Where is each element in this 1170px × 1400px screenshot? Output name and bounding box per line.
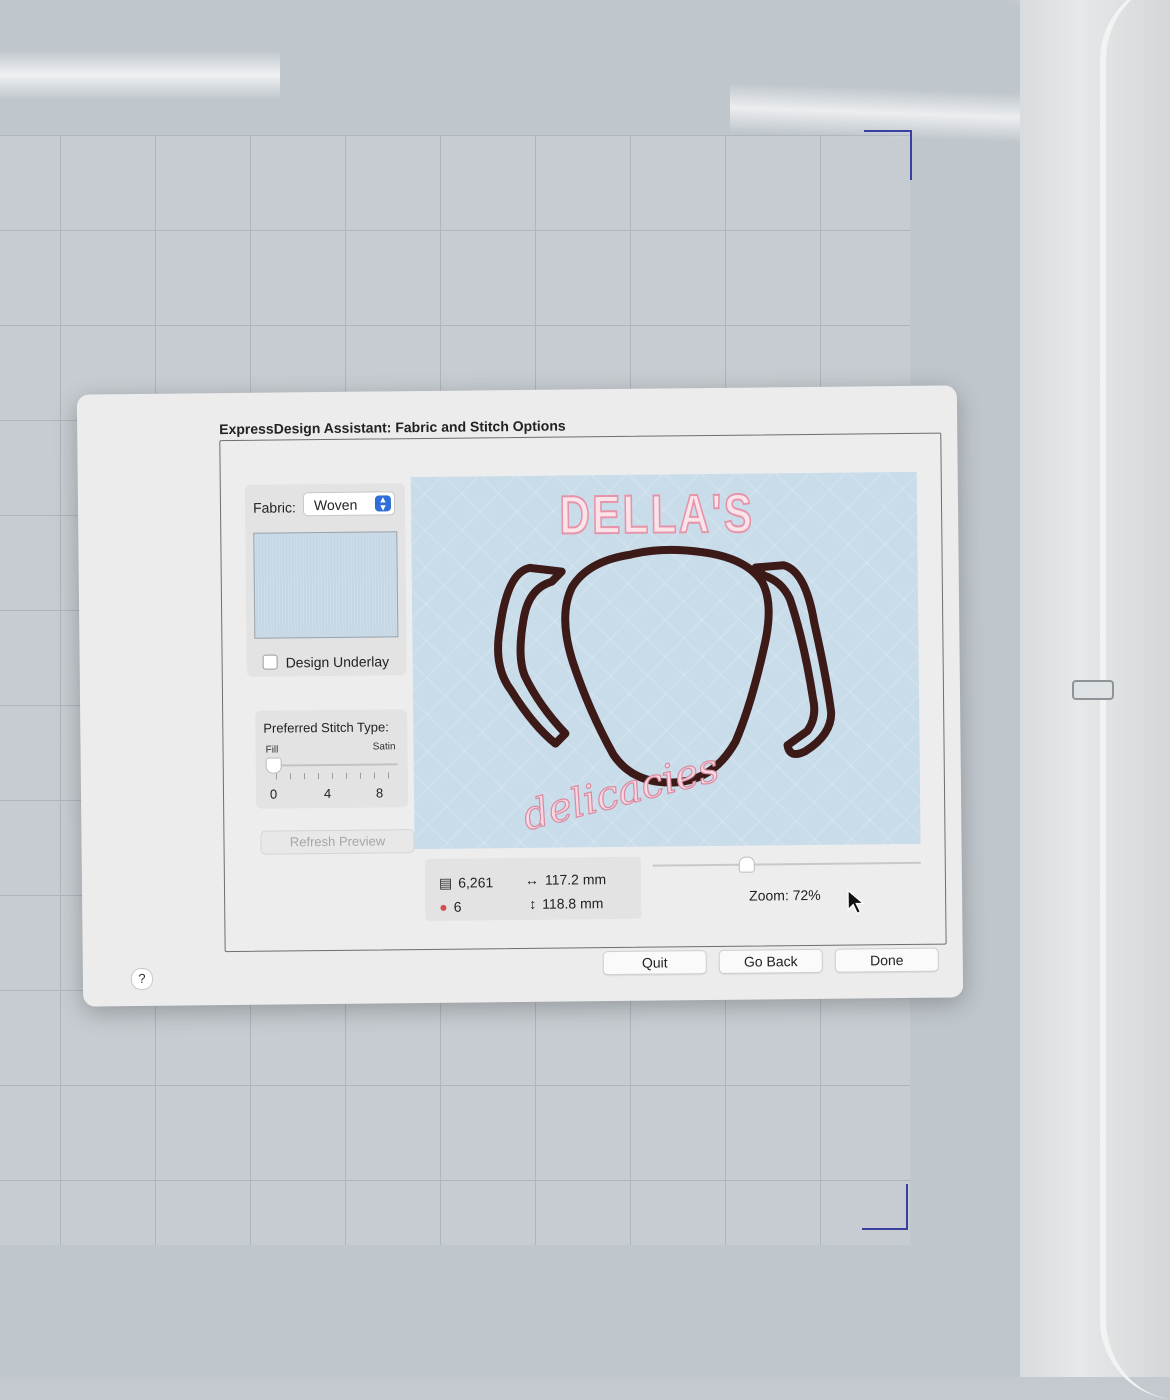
- checkbox-box[interactable]: [262, 654, 278, 670]
- fabric-label: Fabric:: [252, 499, 296, 516]
- hoop-corner-mark: [862, 1184, 908, 1230]
- design-width: ↔ 117.2 mm: [525, 871, 606, 888]
- design-underlay-label: Design Underlay: [285, 653, 390, 671]
- hoop-corner-mark: [864, 130, 912, 180]
- design-height: ↕ 118.8 mm: [529, 895, 603, 912]
- design-width-value: 117.2 mm: [544, 871, 607, 888]
- color-count-value: 6: [453, 898, 462, 915]
- vertical-arrow-icon: ↕: [529, 895, 537, 912]
- fabric-select-value: Woven: [313, 496, 358, 514]
- screen-glare: [0, 50, 280, 100]
- fabric-swatch: [253, 531, 399, 639]
- color-palette-icon: ●: [439, 898, 448, 915]
- embroidery-design: DELLA'S delicacies: [494, 483, 836, 840]
- stitch-max-label: Satin: [372, 741, 396, 753]
- options-panel: Fabric: Woven ▲ ▼ Design Underlay Preferr…: [219, 432, 947, 953]
- go-back-button[interactable]: Go Back: [718, 948, 823, 974]
- zoom-slider-track[interactable]: [652, 861, 921, 867]
- design-stats: ▤ 6,261 ● 6 ↔ 117.2 mm ↕ 118.8 mm: [424, 856, 642, 922]
- stitch-scale-label: 8: [375, 785, 384, 801]
- stitch-count: ▤ 6,261: [439, 874, 493, 892]
- refresh-preview-button[interactable]: Refresh Preview: [260, 829, 415, 855]
- done-button[interactable]: Done: [834, 947, 939, 973]
- stitch-type-title: Preferred Stitch Type:: [263, 719, 389, 736]
- express-design-dialog: ExpressDesign Assistant: Fabric and Stit…: [76, 385, 964, 1007]
- design-underlay-checkbox[interactable]: Design Underlay: [262, 653, 390, 671]
- stitch-scale-label: 0: [269, 786, 278, 802]
- stitch-scale-label: 4: [323, 785, 332, 802]
- monitor-button: [1072, 680, 1114, 700]
- mouse-pointer-icon: [847, 889, 865, 915]
- monitor-bezel-edge: [1100, 0, 1170, 1400]
- fabric-select[interactable]: Woven ▲ ▼: [302, 491, 396, 517]
- horizontal-arrow-icon: ↔: [524, 871, 540, 888]
- stitch-type-group: Preferred Stitch Type: Fill Satin 0 4 8: [255, 709, 409, 809]
- quit-button[interactable]: Quit: [602, 950, 707, 976]
- dog-head: [561, 545, 773, 787]
- design-height-value: 118.8 mm: [542, 895, 604, 912]
- design-title-text: DELLA'S: [559, 484, 754, 546]
- dog-left-ear: [494, 563, 570, 748]
- color-count: ● 6: [439, 899, 461, 915]
- chevron-up-down-icon: ▲ ▼: [374, 494, 392, 512]
- stitch-count-icon: ▤: [438, 874, 453, 891]
- help-button[interactable]: ?: [130, 967, 154, 991]
- stitch-slider-ticks: [275, 772, 396, 780]
- zoom-slider-thumb[interactable]: [738, 856, 755, 873]
- stitch-min-label: Fill: [265, 744, 279, 756]
- zoom-label: Zoom: 72%: [749, 886, 821, 904]
- stitch-count-value: 6,261: [458, 874, 494, 891]
- stitch-slider-track[interactable]: [267, 763, 398, 767]
- fabric-group: Fabric: Woven ▲ ▼ Design Underlay: [244, 483, 407, 677]
- stitch-slider-thumb[interactable]: [265, 757, 282, 774]
- design-preview[interactable]: DELLA'S delicacies: [410, 471, 921, 850]
- dialog-title: ExpressDesign Assistant: Fabric and Stit…: [219, 417, 566, 438]
